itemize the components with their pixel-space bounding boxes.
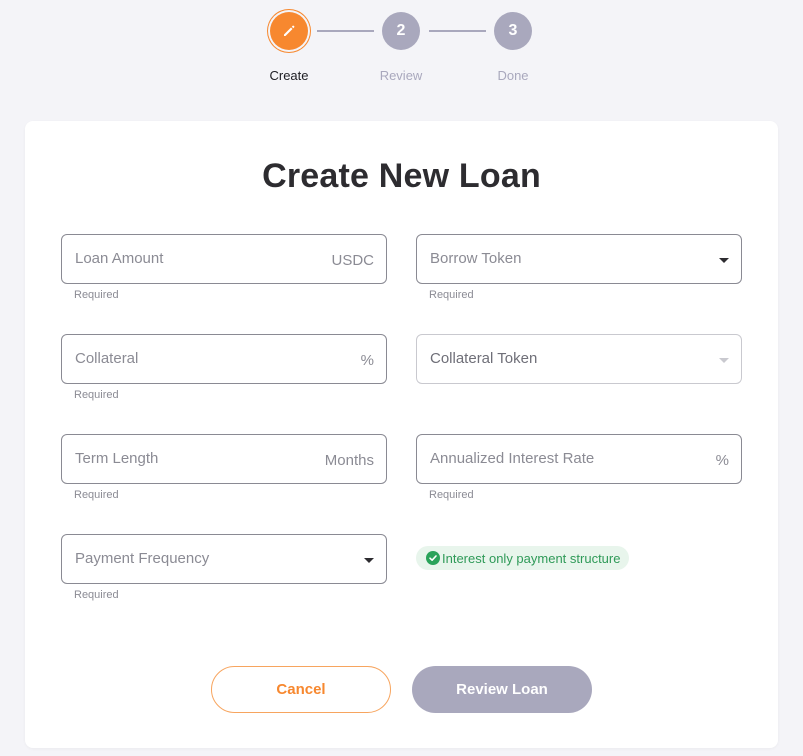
pencil-icon: [284, 25, 295, 36]
loan-amount-placeholder: Loan Amount: [75, 250, 164, 267]
step-review-indicator: 2: [382, 12, 420, 50]
interest-rate-unit: %: [715, 452, 729, 469]
collateral-helper: Required: [74, 389, 119, 401]
collateral-token-select[interactable]: Collateral Token: [416, 334, 742, 384]
payment-structure-badge: Interest only payment structure: [416, 546, 630, 570]
chevron-down-icon: [364, 558, 374, 563]
step-done-indicator: 3: [494, 12, 532, 50]
cancel-button[interactable]: Cancel: [211, 666, 391, 713]
loan-form-card: Create New Loan Loan Amount USDC Require…: [25, 121, 778, 748]
interest-rate-helper: Required: [429, 489, 474, 501]
borrow-token-helper: Required: [429, 289, 474, 301]
collateral-token-placeholder: Collateral Token: [430, 350, 538, 367]
borrow-token-select[interactable]: Borrow Token: [416, 234, 742, 284]
term-length-placeholder: Term Length: [75, 450, 159, 467]
loan-amount-unit: USDC: [331, 252, 374, 269]
step-done-label: Done: [497, 68, 529, 83]
step-connector: [429, 30, 486, 32]
page-title: Create New Loan: [262, 157, 541, 195]
loan-amount-helper: Required: [74, 289, 119, 301]
interest-rate-input[interactable]: Annualized Interest Rate %: [416, 434, 742, 484]
loan-amount-input[interactable]: Loan Amount USDC: [61, 234, 387, 284]
check-circle-icon: [426, 551, 440, 565]
collateral-input[interactable]: Collateral %: [61, 334, 387, 384]
step-connector: [317, 30, 374, 32]
chevron-down-icon: [719, 358, 729, 363]
term-length-helper: Required: [74, 489, 119, 501]
interest-rate-placeholder: Annualized Interest Rate: [430, 450, 595, 467]
payment-frequency-placeholder: Payment Frequency: [75, 550, 210, 567]
payment-frequency-select[interactable]: Payment Frequency: [61, 534, 387, 584]
step-review-label: Review: [379, 68, 423, 83]
progress-stepper: 2 3 Create Review Done: [0, 12, 803, 102]
borrow-token-placeholder: Borrow Token: [430, 250, 522, 267]
term-length-unit: Months: [324, 452, 374, 469]
payment-structure-text: Interest only payment structure: [442, 550, 621, 566]
collateral-unit: %: [360, 352, 374, 369]
step-create-label: Create: [269, 68, 309, 83]
payment-frequency-helper: Required: [74, 589, 119, 601]
term-length-input[interactable]: Term Length Months: [61, 434, 387, 484]
step-create-indicator: [270, 12, 308, 50]
collateral-placeholder: Collateral: [75, 350, 139, 367]
chevron-down-icon: [719, 258, 729, 263]
review-loan-button[interactable]: Review Loan: [412, 666, 592, 713]
